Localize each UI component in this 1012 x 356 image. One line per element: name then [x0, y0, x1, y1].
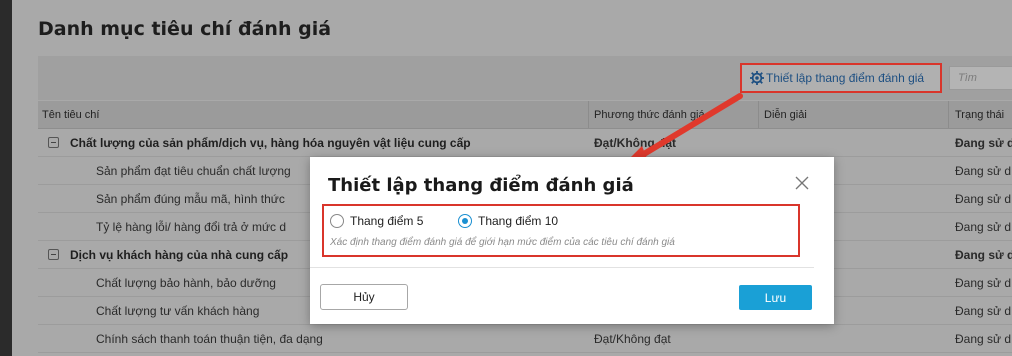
search-input[interactable]: Tìm	[949, 66, 1012, 90]
criteria-name: Chính sách thanh toán thuận tiện, đa dạn…	[96, 332, 323, 346]
header-criteria-name[interactable]: Tên tiêu chí	[42, 109, 99, 121]
criteria-name: Sản phẩm đúng mẫu mã, hình thức	[96, 192, 285, 206]
radio-scale-10[interactable]: Thang điểm 10	[458, 214, 558, 228]
page-title: Danh mục tiêu chí đánh giá	[38, 18, 332, 40]
column-divider	[758, 101, 759, 128]
criteria-name: Chất lượng của sản phẩm/dịch vụ, hàng hó…	[70, 136, 471, 150]
column-divider	[948, 101, 949, 128]
dialog-title: Thiết lập thang điểm đánh giá	[328, 175, 634, 196]
status-value: Đang sử d	[955, 248, 1012, 262]
left-panel-edge	[0, 0, 12, 356]
table-row[interactable]: Chất lượng của sản phẩm/dịch vụ, hàng hó…	[38, 129, 1012, 157]
collapse-icon[interactable]	[48, 137, 59, 148]
scoring-scale-dialog: Thiết lập thang điểm đánh giá Thang điểm…	[310, 157, 834, 324]
scoring-scale-setting-button[interactable]: Thiết lập thang điểm đánh giá	[740, 63, 942, 93]
header-description[interactable]: Diễn giải	[764, 109, 807, 121]
hint-text: Xác định thang điểm đánh giá để giới hạn…	[330, 237, 675, 248]
status-value: Đang sử d	[955, 192, 1012, 206]
radio-label: Thang điểm 5	[350, 214, 424, 228]
status-value: Đang sử d	[955, 304, 1012, 318]
collapse-icon[interactable]	[48, 249, 59, 260]
radio-label: Thang điểm 10	[478, 214, 559, 228]
evaluation-method: Đạt/Không đạt	[594, 332, 671, 346]
status-value: Đang sử d	[955, 332, 1012, 346]
criteria-name: Tỷ lệ hàng lỗi/ hàng đổi trả ở mức d	[96, 220, 286, 234]
scale-options-group: Thang điểm 5 Thang điểm 10 Xác định than…	[322, 204, 800, 257]
save-button[interactable]: Lưu	[739, 285, 812, 310]
evaluation-method: Đạt/Không đạt	[594, 136, 676, 150]
gear-icon	[750, 71, 764, 85]
column-divider	[588, 101, 589, 128]
setting-button-label: Thiết lập thang điểm đánh giá	[766, 71, 925, 85]
status-value: Đang sử d	[955, 164, 1012, 178]
criteria-name: Chất lượng bảo hành, bảo dưỡng	[96, 276, 276, 290]
criteria-name: Sản phẩm đạt tiêu chuẩn chất lượng	[96, 164, 291, 178]
divider	[310, 267, 814, 268]
radio-scale-5[interactable]: Thang điểm 5	[330, 214, 423, 228]
radio-checked-icon	[458, 214, 472, 228]
criteria-name: Chất lượng tư vấn khách hàng	[96, 304, 260, 318]
radio-unchecked-icon	[330, 214, 344, 228]
status-value: Đang sử d	[955, 136, 1012, 150]
table-header: Tên tiêu chí Phương thức đánh giá Diễn g…	[38, 101, 1012, 129]
header-status[interactable]: Trạng thái	[955, 109, 1004, 121]
table-row[interactable]: Chính sách thanh toán thuận tiện, đa dạn…	[38, 325, 1012, 353]
criteria-name: Dịch vụ khách hàng của nhà cung cấp	[70, 248, 289, 262]
header-evaluation-method[interactable]: Phương thức đánh giá	[594, 109, 705, 121]
status-value: Đang sử d	[955, 220, 1012, 234]
status-value: Đang sử d	[955, 276, 1012, 290]
cancel-button[interactable]: Hủy	[320, 284, 408, 310]
close-icon[interactable]	[794, 175, 810, 191]
